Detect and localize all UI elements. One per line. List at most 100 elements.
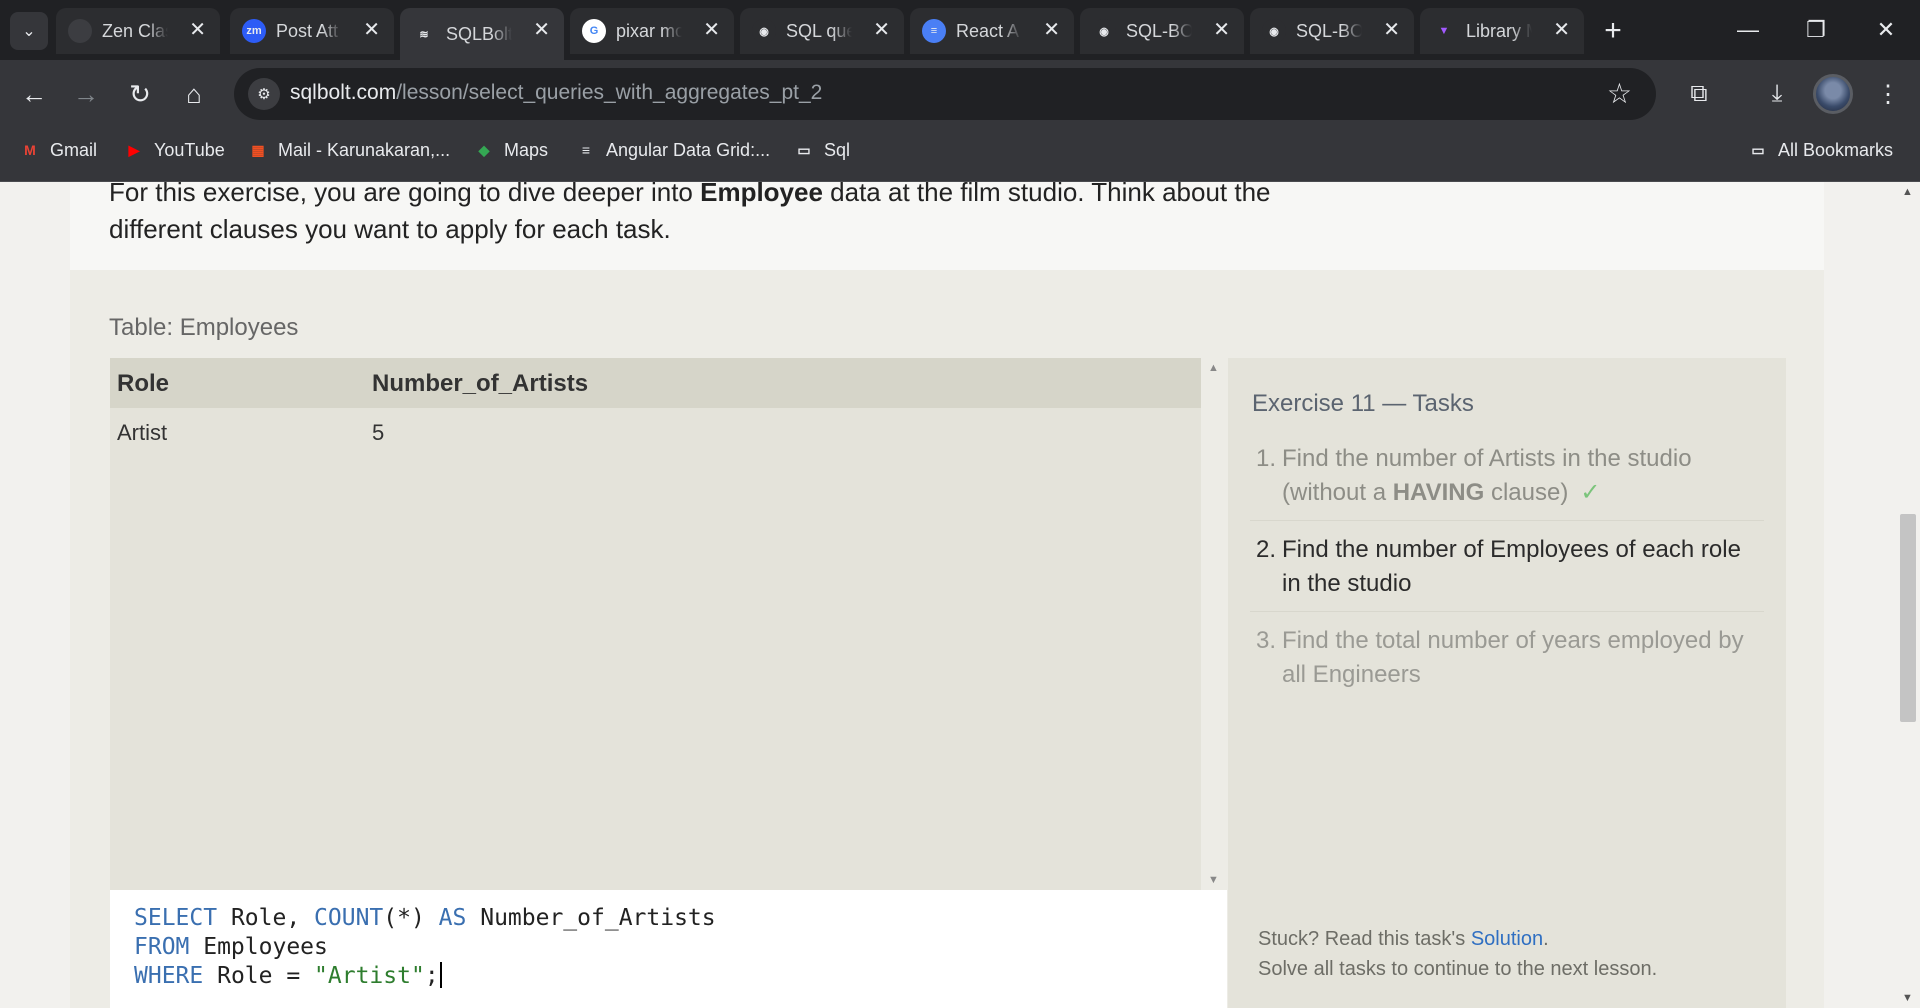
page-scroll-down-icon[interactable]: ▼ <box>1902 992 1913 1004</box>
bookmark-favicon-icon: M <box>24 142 36 158</box>
sql-editor[interactable]: SELECT Role, COUNT(*) AS Number_of_Artis… <box>110 890 1227 1008</box>
folder-icon: ▭ <box>1751 141 1765 158</box>
bookmark-gmail[interactable]: M Gmail <box>18 128 97 172</box>
browser-toolbar: ← → ↻ ⌂ ⚙ sqlbolt.com/lesson/select_quer… <box>0 60 1920 128</box>
cell-number-of-artists: 5 <box>372 420 385 445</box>
task-text: Find the number of Artists in the studio… <box>1282 445 1692 506</box>
tasks-panel: Exercise 11 — Tasks 1. Find the number of… <box>1228 358 1786 1008</box>
sql-token: (*) <box>383 905 439 931</box>
tab-6[interactable]: ≡ React A ✕ <box>910 8 1074 54</box>
results-scrollbar[interactable]: ▲ ▼ <box>1201 358 1227 890</box>
scroll-down-icon[interactable]: ▼ <box>1208 874 1219 886</box>
tab-7[interactable]: ◉ SQL-BO ✕ <box>1080 8 1244 54</box>
tab-search-chevron-icon[interactable]: ⌄ <box>10 12 48 50</box>
page-content: For this exercise, you are going to dive… <box>0 182 1920 1008</box>
forward-arrow-icon[interactable]: → <box>66 74 106 114</box>
page-scroll-thumb[interactable] <box>1900 514 1916 722</box>
column-header-role: Role <box>117 370 170 397</box>
sql-query-text[interactable]: SELECT Role, COUNT(*) AS Number_of_Artis… <box>134 904 716 991</box>
tab-title: Library M <box>1466 20 1532 41</box>
bookmark-favicon-icon: ▶ <box>128 141 140 158</box>
reload-icon[interactable]: ↻ <box>120 74 160 114</box>
bookmark-youtube[interactable]: ▶ YouTube <box>122 128 225 172</box>
task-number: 2. <box>1255 536 1276 563</box>
sql-token: Role = <box>203 963 315 989</box>
sql-keyword: FROM <box>134 934 190 960</box>
tab-4[interactable]: Gpixar mo ✕ <box>570 8 734 54</box>
all-bookmarks-button[interactable]: ▭ All Bookmarks <box>1746 128 1893 172</box>
extensions-icon[interactable]: ⧉ <box>1679 74 1719 114</box>
column-header-number-of-artists: Number_of_Artists <box>372 370 589 397</box>
tab-2[interactable]: zm Post Att ✕ <box>230 8 394 54</box>
tab-title: SQL que <box>786 20 852 41</box>
download-icon[interactable]: ⤓ <box>1757 74 1797 114</box>
bookmarks-bar: M Gmail ▶ YouTube ▦ Mail - Karunakaran,... ◆ Ma… <box>0 128 1920 182</box>
tab-close-icon[interactable]: ✕ <box>1213 20 1230 40</box>
sql-line[interactable]: SELECT Role, COUNT(*) AS Number_of_Artis… <box>134 904 716 933</box>
sql-line[interactable]: FROM Employees <box>134 933 716 962</box>
tab-close-icon[interactable]: ✕ <box>1043 20 1060 40</box>
sql-token: Role, <box>217 905 315 931</box>
tab-favicon-icon: ≋ <box>419 28 429 41</box>
bookmark-star-icon[interactable]: ☆ <box>1607 77 1632 110</box>
tab-title: pixar mo <box>616 20 682 41</box>
bookmark-mail[interactable]: ▦ Mail - Karunakaran,... <box>246 128 450 172</box>
tab-title: Zen Clas <box>102 20 168 41</box>
query-results-table: Role Number_of_Artists Artist 5 <box>110 358 1201 890</box>
bookmark-favicon-icon: ◆ <box>478 141 490 158</box>
all-bookmarks-label: All Bookmarks <box>1778 139 1894 160</box>
sql-line[interactable]: WHERE Role = "Artist"; <box>134 962 716 991</box>
menu-kebab-icon[interactable]: ⋮ <box>1868 74 1908 114</box>
bookmark-label: Gmail <box>50 139 98 160</box>
task-text: Find the total number of years employed … <box>1282 627 1744 688</box>
address-bar[interactable]: ⚙ sqlbolt.com/lesson/select_queries_with… <box>234 68 1656 120</box>
sql-keyword: WHERE <box>134 963 204 989</box>
tab-close-icon[interactable]: ✕ <box>363 20 380 40</box>
task-text: Find the number of Employees of each rol… <box>1282 536 1741 597</box>
tab-8[interactable]: ◉ SQL-BO ✕ <box>1250 8 1414 54</box>
page-scroll-up-icon[interactable]: ▲ <box>1902 186 1913 198</box>
profile-avatar[interactable] <box>1813 74 1853 114</box>
sql-token: ; <box>424 963 439 989</box>
page-scrollbar[interactable]: ▲ ▼ <box>1896 182 1920 1008</box>
new-tab-button[interactable]: + <box>1596 14 1630 48</box>
tab-3[interactable]: ≋ SQLBolt ✕ <box>400 8 564 60</box>
tab-9[interactable]: ▼ Library M ✕ <box>1420 8 1584 54</box>
tab-title: React A <box>956 20 1020 41</box>
bookmark-label: Sql <box>824 139 851 160</box>
sql-keyword: COUNT <box>314 905 384 931</box>
url-text[interactable]: sqlbolt.com/lesson/select_queries_with_a… <box>290 81 822 105</box>
bookmark-angular[interactable]: ≡ Angular Data Grid:... <box>574 128 770 172</box>
tab-close-icon[interactable]: ✕ <box>703 20 720 40</box>
home-icon[interactable]: ⌂ <box>174 74 214 114</box>
restore-window-button[interactable]: ❐ <box>1782 0 1850 60</box>
tab-favicon-icon: ◉ <box>1262 19 1286 43</box>
minimize-window-button[interactable]: — <box>1714 0 1782 60</box>
tasks-title: Exercise 11 — Tasks <box>1252 390 1474 417</box>
site-info-icon[interactable]: ⚙ <box>248 78 280 110</box>
tab-close-icon[interactable]: ✕ <box>873 20 890 40</box>
tab-title: SQL-BO <box>1126 20 1192 41</box>
bookmark-favicon-icon: ≡ <box>581 142 591 158</box>
bookmark-sql[interactable]: ▭ Sql <box>792 128 850 172</box>
scroll-up-icon[interactable]: ▲ <box>1208 362 1219 374</box>
results-header-row: Role Number_of_Artists <box>110 358 1201 408</box>
task-item: 3. Find the total number of years employe… <box>1250 622 1764 702</box>
tab-5[interactable]: ◉ SQL que ✕ <box>740 8 904 54</box>
back-arrow-icon[interactable]: ← <box>14 74 54 114</box>
task-item: 1. Find the number of Artists in the stud… <box>1250 440 1764 521</box>
bookmark-maps[interactable]: ◆ Maps <box>472 128 548 172</box>
tab-favicon-icon: ≡ <box>922 19 946 43</box>
tab-close-icon[interactable]: ✕ <box>533 20 550 40</box>
task-list: 1. Find the number of Artists in the stud… <box>1250 440 1764 712</box>
stuck-note: Stuck? Read this task's Solution. Solve … <box>1258 928 1658 980</box>
tab-title: SQLBolt <box>446 23 512 44</box>
tab-close-icon[interactable]: ✕ <box>1383 20 1400 40</box>
tab-close-icon[interactable]: ✕ <box>1553 20 1570 40</box>
solution-link[interactable]: Solution <box>1471 928 1543 950</box>
checkmark-icon: ✓ <box>1580 479 1601 506</box>
tab-1[interactable]: Zen Clas ✕ <box>56 8 220 54</box>
close-window-button[interactable]: ✕ <box>1852 0 1920 60</box>
tab-close-icon[interactable]: ✕ <box>189 20 206 40</box>
text-caret <box>439 962 442 988</box>
